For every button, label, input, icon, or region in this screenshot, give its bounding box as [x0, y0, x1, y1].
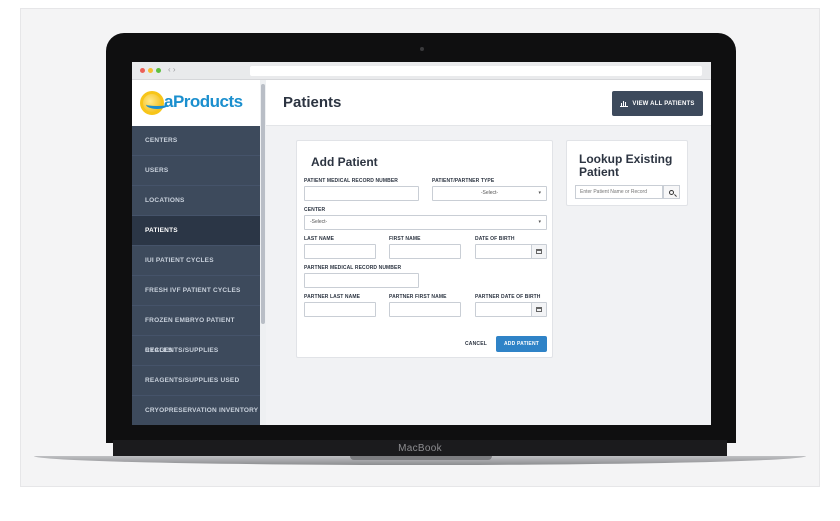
calendar-icon[interactable]: [531, 245, 546, 258]
view-all-patients-label: VIEW ALL PATIENTS: [632, 100, 695, 107]
calendar-icon[interactable]: [531, 303, 546, 316]
first-name-label: FIRST NAME: [389, 236, 421, 242]
center-select[interactable]: -Select- ▾: [304, 215, 547, 230]
sidebar-item-cryopreservation-inventory[interactable]: CRYOPRESERVATION INVENTORY: [132, 396, 260, 425]
sidebar-item-locations[interactable]: LOCATIONS: [132, 186, 260, 216]
dob-input[interactable]: [475, 244, 547, 259]
search-button[interactable]: [663, 185, 680, 199]
partner-first-name-input[interactable]: [389, 302, 461, 317]
search-icon: [669, 189, 674, 195]
add-patient-button[interactable]: ADD PATIENT: [496, 336, 547, 352]
page-title: Patients: [283, 94, 342, 111]
partner-first-name-label: PARTNER FIRST NAME: [389, 294, 447, 300]
sidebar: aProducts CENTERS USERS LOCATIONS PATIEN…: [132, 80, 260, 425]
lookup-patient-card: Lookup Existing Patient: [566, 140, 688, 206]
partner-mrn-input[interactable]: [304, 273, 419, 288]
first-name-input[interactable]: [389, 244, 461, 259]
chevron-down-icon: ▾: [538, 219, 541, 225]
browser-nav-arrows[interactable]: ‹ ›: [168, 65, 176, 74]
add-patient-card: Add Patient PATIENT MEDICAL RECORD NUMBE…: [296, 140, 553, 358]
partner-dob-input[interactable]: [475, 302, 547, 317]
sidebar-item-frozen-embryo-patient-cycles[interactable]: FROZEN EMBRYO PATIENT CYCLES: [132, 306, 260, 354]
sidebar-scrollbar-thumb[interactable]: [261, 84, 265, 324]
sidebar-item-centers[interactable]: CENTERS: [132, 126, 260, 156]
patient-type-select[interactable]: -Select- ▾: [432, 186, 547, 201]
partner-last-name-input[interactable]: [304, 302, 376, 317]
sidebar-item-iui-patient-cycles[interactable]: IUI PATIENT CYCLES: [132, 246, 260, 276]
dob-label: DATE OF BIRTH: [475, 236, 515, 242]
sidebar-item-reagents-supplies-used[interactable]: REAGENTS/SUPPLIES USED: [132, 366, 260, 396]
cancel-button[interactable]: CANCEL: [459, 337, 493, 351]
sidebar-item-fresh-ivf-patient-cycles[interactable]: FRESH IVF PATIENT CYCLES: [132, 276, 260, 306]
browser-chrome: ‹ ›: [132, 62, 711, 80]
partner-last-name-label: PARTNER LAST NAME: [304, 294, 361, 300]
lookup-title: Lookup Existing Patient: [579, 152, 673, 179]
logo-text: aProducts: [164, 92, 243, 111]
laptop-brand-label: MacBook: [398, 443, 442, 454]
sidebar-nav: CENTERS USERS LOCATIONS PATIENTS IUI PAT…: [132, 126, 260, 425]
main-content: Patients VIEW ALL PATIENTS Add Patient P…: [266, 80, 711, 425]
sidebar-item-users[interactable]: USERS: [132, 156, 260, 186]
minimize-window-icon[interactable]: [148, 68, 153, 73]
patient-type-value: -Select-: [480, 190, 499, 196]
app-logo[interactable]: aProducts: [132, 80, 260, 126]
page-header: Patients VIEW ALL PATIENTS: [266, 80, 711, 126]
sidebar-item-patients[interactable]: PATIENTS: [132, 216, 260, 246]
sidebar-item-reagents-supplies[interactable]: REAGENTS/SUPPLIES: [132, 336, 260, 366]
laptop-notch: [350, 456, 492, 460]
partner-dob-label: PARTNER DATE OF BIRTH: [475, 294, 541, 300]
maximize-window-icon[interactable]: [156, 68, 161, 73]
mrn-input[interactable]: [304, 186, 419, 201]
center-value: -Select-: [310, 219, 328, 225]
address-bar[interactable]: [250, 66, 702, 76]
partner-mrn-label: PARTNER MEDICAL RECORD NUMBER: [304, 265, 402, 271]
patient-type-label: PATIENT/PARTNER TYPE: [432, 178, 495, 184]
bar-chart-icon: [620, 100, 629, 107]
view-all-patients-button[interactable]: VIEW ALL PATIENTS: [612, 91, 703, 116]
chevron-down-icon: ▾: [538, 190, 541, 196]
patient-search-input[interactable]: [575, 185, 663, 199]
laptop-screen: ‹ › aProducts CENTERS USERS LOCATIONS PA…: [132, 62, 711, 425]
last-name-label: LAST NAME: [304, 236, 335, 242]
last-name-input[interactable]: [304, 244, 376, 259]
mrn-label: PATIENT MEDICAL RECORD NUMBER: [304, 178, 399, 184]
center-label: CENTER: [304, 207, 326, 213]
close-window-icon[interactable]: [140, 68, 145, 73]
camera-icon: [420, 47, 424, 51]
add-patient-title: Add Patient: [311, 155, 378, 169]
